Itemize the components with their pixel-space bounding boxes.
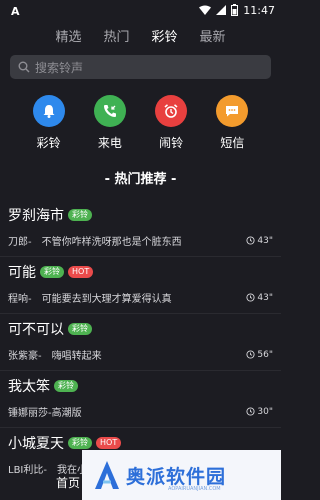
bottom-tab-home[interactable]: 首页 bbox=[56, 474, 80, 491]
song-item[interactable]: 可能 彩铃 HOT 程响- 可能要去到大理才算爱得认真 43" bbox=[0, 257, 281, 314]
song-title: 我太笨 bbox=[8, 379, 50, 395]
clock-icon bbox=[246, 293, 255, 302]
song-title: 罗刹海市 bbox=[8, 208, 64, 224]
category-label: 彩铃 bbox=[36, 136, 61, 150]
duration-text: 43" bbox=[257, 235, 273, 246]
section-title: - 热门推荐 - bbox=[104, 172, 177, 187]
search-icon bbox=[18, 61, 30, 73]
category-laidian[interactable]: 来电 bbox=[85, 95, 135, 155]
category-duanxin[interactable]: 短信 bbox=[207, 95, 257, 155]
cailing-badge: 彩铃 bbox=[54, 380, 78, 392]
tab-jingxuan[interactable]: 精选 bbox=[55, 26, 81, 48]
wifi-icon bbox=[199, 5, 212, 15]
tab-remen[interactable]: 热门 bbox=[103, 26, 129, 48]
alarm-clock-icon bbox=[155, 95, 188, 127]
bell-icon bbox=[32, 95, 65, 127]
cailing-badge: 彩铃 bbox=[40, 266, 64, 278]
tab-cailing[interactable]: 彩铃 bbox=[152, 26, 178, 48]
search-placeholder: 搜索铃声 bbox=[35, 60, 84, 75]
hot-badge: HOT bbox=[68, 266, 94, 278]
watermark-logo: 奥派软件园 AOPAIRUANJIAN.COM bbox=[82, 450, 281, 500]
song-duration: 56" bbox=[246, 350, 273, 360]
song-duration: 43" bbox=[246, 236, 273, 246]
song-title: 可不可以 bbox=[8, 322, 64, 338]
song-desc: 张紫豪- 嗨唱转起来 bbox=[8, 351, 102, 362]
status-bar: A 11:47 bbox=[0, 0, 281, 20]
song-list: 罗刹海市 彩铃 刀郎- 不管你咋样洗呀那也是个脏东西 43" 可能 彩铃 HOT… bbox=[0, 200, 281, 485]
clock-icon bbox=[246, 236, 255, 245]
search-input[interactable]: 搜索铃声 bbox=[10, 55, 271, 79]
song-item[interactable]: 我太笨 彩铃 锤娜丽莎-高潮版 30" bbox=[0, 371, 281, 428]
duration-text: 43" bbox=[257, 292, 273, 303]
song-title: 可能 bbox=[8, 265, 36, 281]
song-item[interactable]: 可不可以 彩铃 张紫豪- 嗨唱转起来 56" bbox=[0, 314, 281, 371]
top-tabs: 精选 热门 彩铃 最新 bbox=[0, 26, 281, 48]
cailing-badge: 彩铃 bbox=[68, 323, 92, 335]
song-duration: 30" bbox=[246, 407, 273, 417]
category-label: 闹铃 bbox=[159, 136, 184, 150]
song-desc: 锤娜丽莎-高潮版 bbox=[8, 408, 82, 419]
svg-text:A: A bbox=[11, 5, 20, 16]
song-item[interactable]: 罗刹海市 彩铃 刀郎- 不管你咋样洗呀那也是个脏东西 43" bbox=[0, 200, 281, 257]
song-duration: 43" bbox=[246, 293, 273, 303]
status-time: 11:47 bbox=[243, 3, 275, 17]
watermark-subtext: AOPAIRUANJIAN.COM bbox=[168, 486, 221, 492]
category-label: 短信 bbox=[220, 136, 245, 150]
song-desc: 程响- 可能要去到大理才算爱得认真 bbox=[8, 294, 172, 305]
tab-zuixin[interactable]: 最新 bbox=[200, 26, 226, 48]
signal-icon bbox=[216, 5, 227, 15]
clock-icon bbox=[246, 407, 255, 416]
clock-icon bbox=[246, 350, 255, 359]
notification-a-icon: A bbox=[10, 5, 20, 16]
category-naoling[interactable]: 闹铃 bbox=[146, 95, 196, 155]
duration-text: 56" bbox=[257, 349, 273, 360]
song-desc: 刀郎- 不管你咋样洗呀那也是个脏东西 bbox=[8, 237, 182, 248]
message-icon bbox=[216, 95, 249, 127]
duration-text: 30" bbox=[257, 406, 273, 417]
battery-icon bbox=[231, 4, 239, 16]
phone-icon bbox=[93, 95, 126, 127]
cailing-badge: 彩铃 bbox=[68, 209, 92, 221]
watermark-a-icon bbox=[95, 461, 119, 489]
category-row: 彩铃 来电 闹铃 短信 bbox=[0, 95, 281, 155]
category-cailing[interactable]: 彩铃 bbox=[24, 95, 74, 155]
category-label: 来电 bbox=[97, 136, 122, 150]
watermark-text: 奥派软件园 bbox=[126, 465, 227, 488]
